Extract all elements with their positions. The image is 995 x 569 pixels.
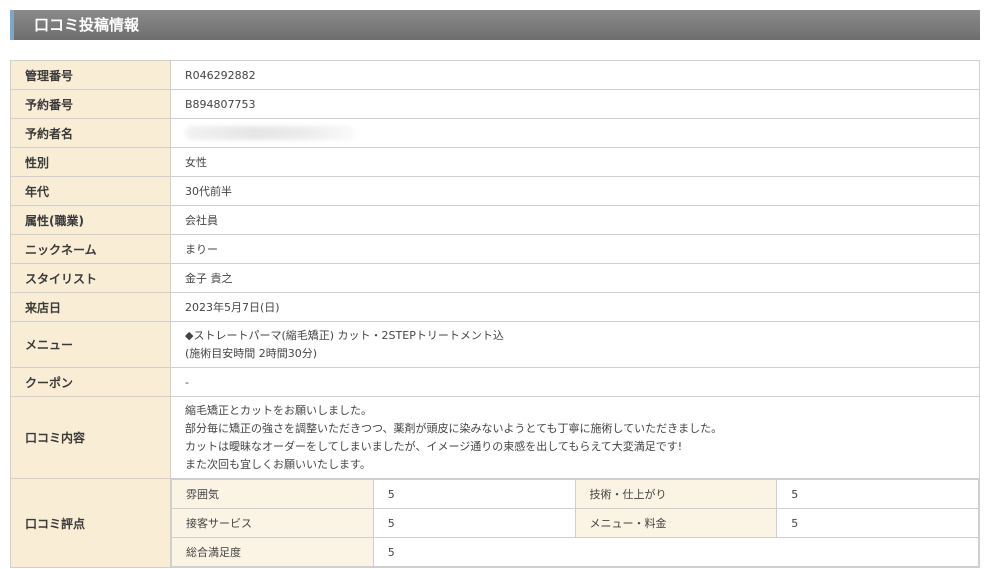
reservation-number-label: 予約番号 — [10, 89, 171, 119]
review-line-2: 部分毎に矯正の強さを調整いただきつつ、薬剤が頭皮に染みないようとても丁寧に施術し… — [185, 421, 723, 435]
row-reservation-number: 予約番号 B894807753 — [10, 89, 980, 119]
coupon-label: クーポン — [10, 367, 171, 397]
rating-row: 接客サービス 5 メニュー・料金 5 — [171, 508, 979, 538]
gender-value: 女性 — [170, 147, 980, 177]
reserver-name-value — [170, 118, 980, 148]
review-content-label: 口コミ内容 — [10, 396, 171, 479]
row-review-score: 口コミ評点 雰囲気 5 技術・仕上がり 5 接客サービス 5 メニュー・料金 5… — [10, 478, 980, 568]
row-menu: メニュー ◆ストレートパーマ(縮毛矯正) カット・2STEPトリートメント込 (… — [10, 321, 980, 368]
coupon-value: - — [170, 367, 980, 397]
review-info-table: 管理番号 R046292882 予約番号 B894807753 予約者名 性別 … — [10, 60, 980, 568]
row-stylist: スタイリスト 金子 貴之 — [10, 263, 980, 293]
nickname-value: まりー — [170, 234, 980, 264]
occupation-label: 属性(職業) — [10, 205, 171, 235]
visit-date-value: 2023年5月7日(日) — [170, 292, 980, 322]
menu-value: ◆ストレートパーマ(縮毛矯正) カット・2STEPトリートメント込 (施術目安時… — [170, 321, 980, 368]
rating-row: 総合満足度 5 — [171, 537, 980, 567]
review-score-label: 口コミ評点 — [10, 478, 171, 568]
visit-date-label: 来店日 — [10, 292, 171, 322]
section-header: 口コミ投稿情報 — [10, 10, 980, 40]
review-content-value: 縮毛矯正とカットをお願いしました。 部分毎に矯正の強さを調整いただきつつ、薬剤が… — [170, 396, 980, 479]
row-nickname: ニックネーム まりー — [10, 234, 980, 264]
row-management-number: 管理番号 R046292882 — [10, 60, 980, 90]
management-number-label: 管理番号 — [10, 60, 171, 90]
stylist-value: 金子 貴之 — [170, 263, 980, 293]
reservation-number-value: B894807753 — [170, 89, 980, 119]
rating-technique-label: 技術・仕上がり — [574, 479, 778, 509]
reserver-name-label: 予約者名 — [10, 118, 171, 148]
row-visit-date: 来店日 2023年5月7日(日) — [10, 292, 980, 322]
menu-line-1: ◆ストレートパーマ(縮毛矯正) カット・2STEPトリートメント込 — [185, 328, 504, 342]
rating-service-value: 5 — [372, 508, 576, 538]
rating-atmosphere-value: 5 — [372, 479, 576, 509]
review-line-4: また次回も宜しくお願いいたします。 — [185, 457, 371, 471]
rating-overall-value: 5 — [372, 537, 980, 567]
row-age: 年代 30代前半 — [10, 176, 980, 206]
stylist-label: スタイリスト — [10, 263, 171, 293]
menu-label: メニュー — [10, 321, 171, 368]
rating-service-label: 接客サービス — [171, 508, 374, 538]
review-line-3: カットは曖昧なオーダーをしてしまいましたが、イメージ通りの束感を出してもらえて大… — [185, 439, 683, 453]
row-occupation: 属性(職業) 会社員 — [10, 205, 980, 235]
nickname-label: ニックネーム — [10, 234, 171, 264]
row-coupon: クーポン - — [10, 367, 980, 397]
row-gender: 性別 女性 — [10, 147, 980, 177]
rating-technique-value: 5 — [776, 479, 979, 509]
age-value: 30代前半 — [170, 176, 980, 206]
rating-atmosphere-label: 雰囲気 — [171, 479, 374, 509]
rating-menu-price-label: メニュー・料金 — [574, 508, 778, 538]
review-line-1: 縮毛矯正とカットをお願いしました。 — [185, 403, 372, 417]
rating-overall-label: 総合満足度 — [171, 537, 374, 567]
gender-label: 性別 — [10, 147, 171, 177]
rating-menu-price-value: 5 — [776, 508, 979, 538]
rating-table: 雰囲気 5 技術・仕上がり 5 接客サービス 5 メニュー・料金 5 総合満足度… — [171, 479, 980, 567]
row-reserver-name: 予約者名 — [10, 118, 980, 148]
section-title: 口コミ投稿情報 — [34, 16, 140, 34]
management-number-value: R046292882 — [170, 60, 980, 90]
rating-row: 雰囲気 5 技術・仕上がり 5 — [171, 479, 979, 509]
redacted-name-blur — [185, 126, 355, 140]
occupation-value: 会社員 — [170, 205, 980, 235]
review-score-cell: 雰囲気 5 技術・仕上がり 5 接客サービス 5 メニュー・料金 5 総合満足度… — [170, 478, 980, 568]
row-review-content: 口コミ内容 縮毛矯正とカットをお願いしました。 部分毎に矯正の強さを調整いただき… — [10, 396, 980, 479]
age-label: 年代 — [10, 176, 171, 206]
menu-line-2: (施術目安時間 2時間30分) — [185, 346, 318, 360]
